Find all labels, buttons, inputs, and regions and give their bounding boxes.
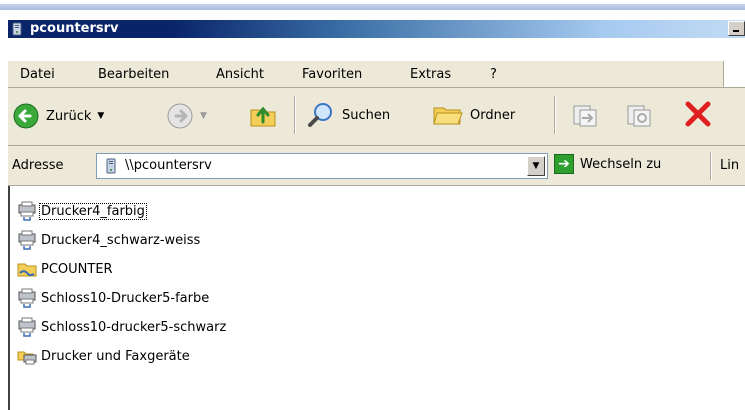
move-to-button[interactable] bbox=[570, 100, 600, 130]
network-printer-icon bbox=[18, 201, 36, 221]
up-folder-button[interactable] bbox=[248, 100, 278, 130]
network-printer-icon bbox=[18, 288, 36, 308]
forward-button[interactable]: ▼ bbox=[166, 102, 207, 130]
delete-button[interactable] bbox=[682, 98, 714, 130]
search-label: Suchen bbox=[342, 107, 391, 123]
address-bar: Adresse \\pcountersrv ▼ ➔ Wechseln zu Li… bbox=[8, 146, 745, 186]
standard-toolbar: Zurück ▼ ▼ Suchen Ordner bbox=[8, 88, 745, 146]
up-folder-icon bbox=[250, 106, 276, 127]
back-label: Zurück bbox=[46, 108, 92, 124]
back-dropdown-icon[interactable]: ▼ bbox=[97, 111, 104, 121]
copy-to-icon bbox=[627, 105, 651, 127]
file-list[interactable]: Drucker4_farbig Drucker4_schwarz-weiss P… bbox=[8, 186, 745, 410]
server-icon bbox=[12, 22, 22, 36]
menu-datei[interactable]: Datei bbox=[20, 67, 55, 82]
minimize-icon bbox=[733, 30, 739, 32]
item-label: Drucker und Faxgeräte bbox=[41, 348, 190, 364]
menu-help[interactable]: ? bbox=[490, 67, 497, 82]
folders-button[interactable]: Ordner bbox=[432, 100, 515, 130]
network-printer-icon bbox=[18, 230, 36, 250]
folders-label: Ordner bbox=[470, 107, 516, 123]
search-button[interactable]: Suchen bbox=[306, 100, 390, 130]
links-toolbar[interactable]: Lin bbox=[720, 158, 739, 173]
menu-ansicht[interactable]: Ansicht bbox=[216, 67, 264, 82]
toolbar-separator-1 bbox=[294, 96, 296, 134]
search-icon bbox=[308, 103, 332, 127]
go-arrow-icon: ➔ bbox=[554, 154, 574, 174]
title-bar[interactable]: pcountersrv bbox=[0, 0, 745, 38]
folders-icon bbox=[433, 107, 463, 125]
links-separator bbox=[710, 152, 712, 180]
delete-icon bbox=[685, 101, 711, 127]
toolbar-separator-2 bbox=[554, 96, 556, 134]
forward-dropdown-icon[interactable]: ▼ bbox=[200, 111, 207, 121]
list-item[interactable]: PCOUNTER bbox=[16, 258, 114, 280]
back-button[interactable]: Zurück ▼ bbox=[12, 102, 104, 130]
list-item[interactable]: Schloss10-Drucker5-farbe bbox=[16, 287, 210, 309]
address-dropdown-button[interactable]: ▼ bbox=[527, 156, 545, 176]
copy-to-button[interactable] bbox=[624, 100, 654, 130]
address-value: \\pcountersrv bbox=[125, 158, 212, 173]
printers-and-faxes-icon bbox=[17, 351, 37, 365]
go-button[interactable]: ➔ Wechseln zu bbox=[554, 154, 661, 174]
menu-bar: Datei Bearbeiten Ansicht Favoriten Extra… bbox=[8, 60, 745, 88]
move-to-icon bbox=[573, 105, 597, 127]
forward-arrow-icon bbox=[167, 103, 193, 129]
server-icon bbox=[106, 158, 116, 174]
list-item[interactable]: Drucker4_schwarz-weiss bbox=[16, 229, 201, 251]
shared-folder-icon bbox=[17, 263, 37, 277]
menu-extras[interactable]: Extras bbox=[410, 67, 451, 82]
address-label: Adresse bbox=[12, 158, 64, 173]
network-printer-icon bbox=[18, 317, 36, 337]
item-label: Schloss10-drucker5-schwarz bbox=[41, 319, 227, 335]
minimize-button[interactable] bbox=[728, 21, 745, 36]
menu-bearbeiten[interactable]: Bearbeiten bbox=[98, 67, 169, 82]
back-arrow-icon bbox=[13, 103, 39, 129]
item-label: Schloss10-Drucker5-farbe bbox=[41, 290, 210, 306]
item-label: Drucker4_farbig bbox=[39, 202, 147, 220]
top-edge-band bbox=[0, 4, 745, 10]
list-item[interactable]: Schloss10-drucker5-schwarz bbox=[16, 316, 227, 338]
go-label: Wechseln zu bbox=[580, 156, 662, 172]
list-item[interactable]: Drucker4_farbig bbox=[16, 200, 147, 222]
address-input[interactable]: \\pcountersrv ▼ bbox=[96, 153, 548, 179]
menu-favoriten[interactable]: Favoriten bbox=[302, 67, 362, 82]
item-label: Drucker4_schwarz-weiss bbox=[41, 232, 201, 248]
item-label: PCOUNTER bbox=[41, 261, 113, 277]
window-title: pcountersrv bbox=[30, 21, 119, 36]
list-item[interactable]: Drucker und Faxgeräte bbox=[16, 345, 191, 367]
menu-brand-area bbox=[723, 61, 745, 87]
